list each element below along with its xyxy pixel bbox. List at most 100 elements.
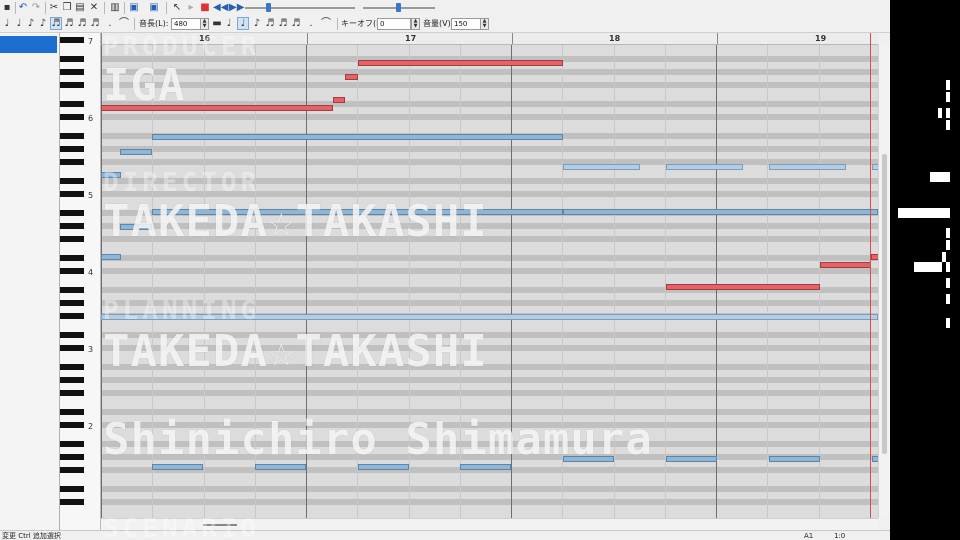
- note-block[interactable]: [358, 464, 409, 470]
- rewind-icon[interactable]: ◀◀: [213, 1, 228, 14]
- fast-forward-icon[interactable]: ▶▶: [229, 1, 244, 14]
- note-block[interactable]: [666, 164, 743, 170]
- keyoff-spinner[interactable]: ▲ ▼: [411, 18, 420, 30]
- window-b-icon[interactable]: ▣: [148, 1, 160, 14]
- rest-eighth-icon[interactable]: ♪: [251, 17, 263, 30]
- rest-quarter-icon[interactable]: ♩: [237, 17, 249, 30]
- note-block[interactable]: [871, 254, 878, 260]
- volume-input[interactable]: 150: [451, 18, 481, 30]
- copy-icon[interactable]: ❐: [61, 1, 73, 14]
- black-piano-key[interactable]: [60, 222, 84, 229]
- black-piano-key[interactable]: [60, 453, 84, 460]
- note-block[interactable]: [666, 456, 717, 462]
- black-piano-key[interactable]: [60, 312, 84, 319]
- rest-whole-icon[interactable]: ▬: [211, 17, 223, 30]
- rest-half-icon[interactable]: ♩: [223, 17, 235, 30]
- half-note-icon[interactable]: ♩: [13, 17, 25, 30]
- pointer-tool-icon[interactable]: ↖: [171, 1, 183, 14]
- note-block[interactable]: [101, 314, 878, 320]
- black-piano-key[interactable]: [60, 408, 84, 415]
- black-piano-key[interactable]: [60, 364, 84, 370]
- note-block[interactable]: [460, 464, 511, 470]
- paste-icon[interactable]: ▤: [74, 1, 86, 14]
- delete-icon[interactable]: ✕: [88, 1, 100, 14]
- rest-sixtyfourth-icon[interactable]: ♬: [290, 17, 302, 30]
- note-block[interactable]: [152, 209, 563, 215]
- note-block[interactable]: [769, 164, 846, 170]
- note-block[interactable]: [120, 224, 152, 230]
- stop-icon[interactable]: ■: [199, 1, 211, 14]
- black-piano-key[interactable]: [60, 209, 84, 216]
- note-block[interactable]: [563, 164, 640, 170]
- properties-icon[interactable]: ▥: [109, 1, 121, 14]
- measure-ruler[interactable]: 16 17 18 19: [101, 33, 878, 45]
- note-block[interactable]: [333, 97, 345, 103]
- redo-icon[interactable]: ↷: [30, 1, 42, 14]
- selected-track-item[interactable]: [0, 36, 57, 53]
- save-icon[interactable]: ▪: [1, 1, 13, 14]
- black-piano-key[interactable]: [60, 55, 84, 62]
- note-block[interactable]: [101, 254, 121, 260]
- play-icon[interactable]: ▸: [185, 1, 197, 14]
- note-block[interactable]: [101, 105, 333, 111]
- note-block[interactable]: [666, 284, 820, 290]
- black-piano-key[interactable]: [60, 158, 84, 165]
- black-piano-key[interactable]: [60, 81, 84, 88]
- keyoff-input[interactable]: 0: [377, 18, 411, 30]
- sixteenth-note-icon[interactable]: ♬: [50, 17, 62, 30]
- black-piano-key[interactable]: [60, 331, 84, 338]
- black-piano-key[interactable]: [60, 190, 84, 197]
- black-piano-key[interactable]: [60, 132, 84, 139]
- rest-thirtysecond-icon[interactable]: ♬: [277, 17, 289, 30]
- eighth-note-icon[interactable]: ♪: [37, 17, 49, 30]
- sixtyfourth-note-icon[interactable]: ♬: [76, 17, 88, 30]
- black-piano-key[interactable]: [60, 344, 84, 351]
- black-piano-key[interactable]: [60, 421, 84, 428]
- black-piano-key[interactable]: [60, 441, 84, 448]
- black-piano-key[interactable]: [60, 68, 84, 75]
- black-piano-key[interactable]: [60, 36, 84, 43]
- tempo-slider-thumb[interactable]: [266, 3, 271, 12]
- cut-icon[interactable]: ✂: [48, 1, 60, 14]
- black-piano-key[interactable]: [60, 267, 84, 274]
- tempo-slider[interactable]: [245, 7, 355, 9]
- playback-cursor[interactable]: [870, 33, 871, 518]
- black-piano-key[interactable]: [60, 177, 84, 184]
- black-piano-key[interactable]: [60, 254, 84, 261]
- vertical-scrollbar[interactable]: [878, 44, 890, 518]
- piano-keyboard[interactable]: 7 6 5 4 3 2: [60, 33, 101, 530]
- whole-note-icon[interactable]: ♩: [1, 17, 13, 30]
- rest-tie-icon[interactable]: ⌒: [320, 17, 332, 30]
- window-a-icon[interactable]: ▣: [128, 1, 140, 14]
- black-piano-key[interactable]: [60, 286, 84, 293]
- horizontal-scrollbar-thumb[interactable]: [203, 524, 237, 526]
- dot-icon[interactable]: .: [104, 17, 116, 30]
- note-block[interactable]: [152, 134, 563, 140]
- black-piano-key[interactable]: [60, 466, 84, 473]
- length-spinner[interactable]: ▲ ▼: [200, 18, 209, 30]
- black-piano-key[interactable]: [60, 100, 84, 107]
- black-piano-key[interactable]: [60, 299, 84, 306]
- undo-icon[interactable]: ↶: [17, 1, 29, 14]
- volume-spinner[interactable]: ▲ ▼: [480, 18, 489, 30]
- note-block[interactable]: [358, 60, 563, 66]
- note-block[interactable]: [820, 262, 871, 268]
- note-block[interactable]: [152, 464, 203, 470]
- rest-dot-icon[interactable]: .: [305, 17, 317, 30]
- length-input[interactable]: 480: [171, 18, 201, 30]
- note-grid[interactable]: [101, 33, 878, 518]
- note-block[interactable]: [120, 149, 152, 155]
- rest-sixteenth-icon[interactable]: ♬: [264, 17, 276, 30]
- black-piano-key[interactable]: [60, 113, 84, 120]
- thirtysecond-note-icon[interactable]: ♬: [63, 17, 75, 30]
- note-block[interactable]: [101, 172, 121, 178]
- note-block[interactable]: [563, 209, 878, 215]
- black-piano-key[interactable]: [60, 376, 84, 383]
- quarter-note-icon[interactable]: ♪: [25, 17, 37, 30]
- black-piano-key[interactable]: [60, 485, 84, 492]
- note-block[interactable]: [563, 456, 614, 462]
- black-piano-key[interactable]: [60, 389, 84, 396]
- tie-icon[interactable]: ⌒: [118, 17, 130, 30]
- triplet-note-icon[interactable]: ♬: [89, 17, 101, 30]
- black-piano-key[interactable]: [60, 498, 84, 505]
